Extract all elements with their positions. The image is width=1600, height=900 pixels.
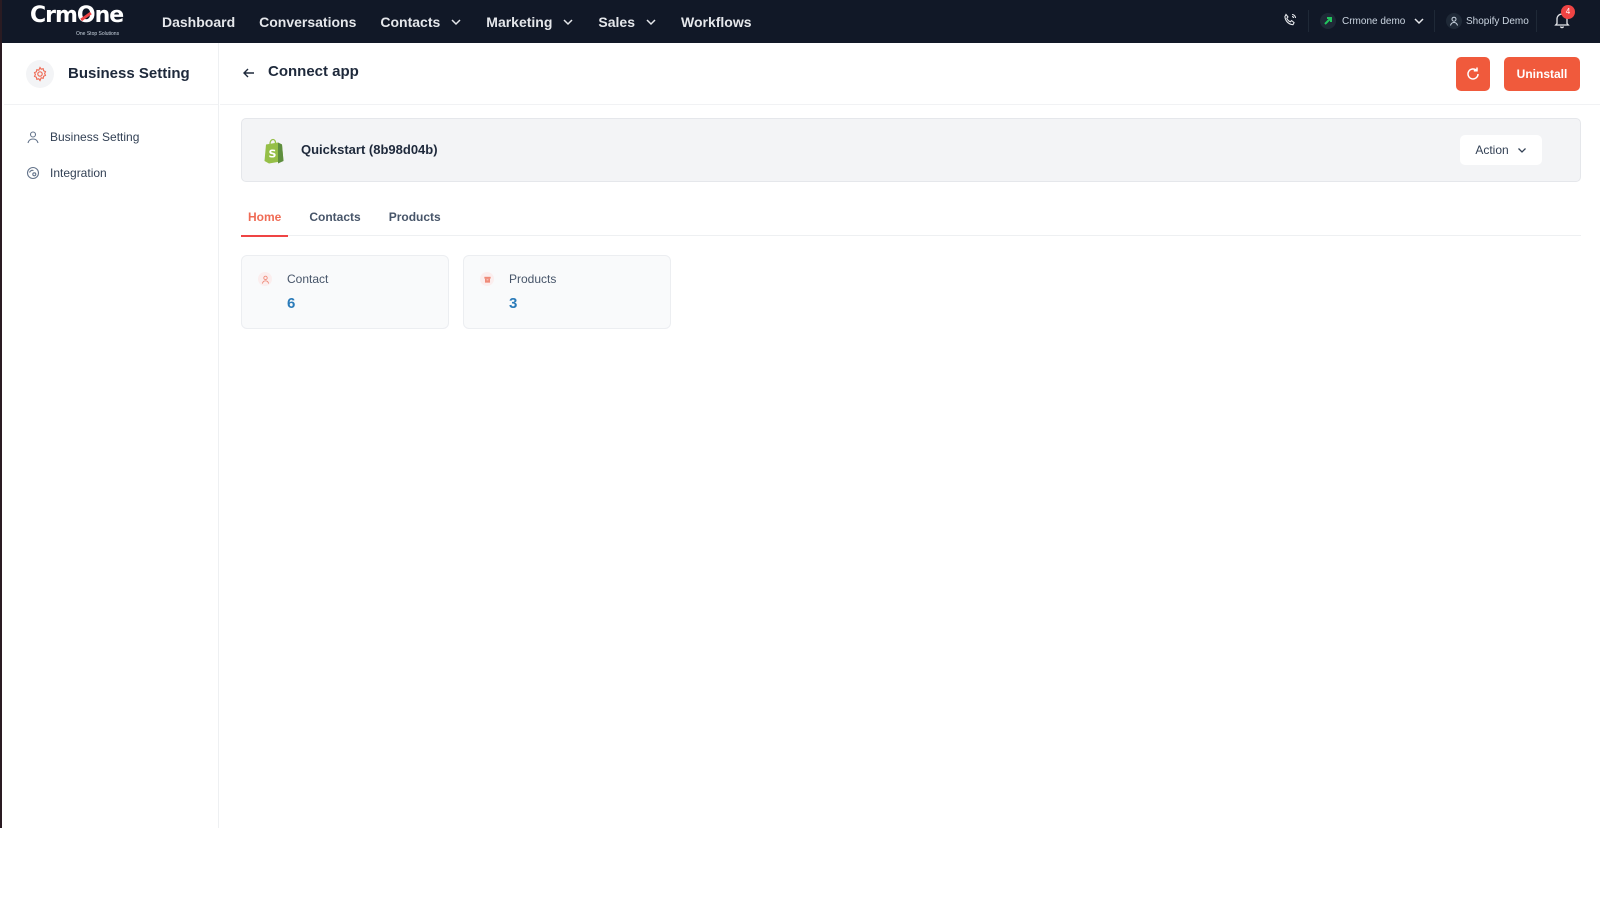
product-box-icon bbox=[480, 272, 494, 286]
divider bbox=[1434, 10, 1435, 32]
main-nav: Dashboard Conversations Contacts Marketi… bbox=[162, 0, 776, 43]
stat-value: 3 bbox=[509, 295, 518, 312]
chevron-down-icon bbox=[563, 18, 573, 25]
chevron-down-icon bbox=[646, 18, 656, 25]
sidebar-list: Business Setting Integration bbox=[4, 105, 218, 191]
account-name: Crmone demo bbox=[1342, 15, 1406, 27]
sidebar-item-label: Integration bbox=[50, 166, 107, 180]
brand-logo[interactable]: CrmOne One Stop Solutions bbox=[30, 3, 126, 38]
sidebar-item-integration[interactable]: Integration bbox=[4, 155, 218, 191]
refresh-button[interactable] bbox=[1456, 57, 1490, 91]
tab-home[interactable]: Home bbox=[241, 198, 289, 237]
account-logo-icon bbox=[1320, 13, 1336, 29]
nav-conversations[interactable]: Conversations bbox=[259, 14, 356, 30]
chevron-down-icon bbox=[1517, 148, 1526, 153]
stat-label: Products bbox=[509, 272, 557, 286]
phone-icon[interactable] bbox=[1282, 12, 1298, 28]
shopify-logo-icon: S bbox=[264, 138, 284, 164]
nav-sales[interactable]: Sales bbox=[598, 14, 657, 30]
tab-products[interactable]: Products bbox=[382, 198, 448, 236]
brand-name: CrmOne bbox=[30, 3, 124, 28]
nav-contacts[interactable]: Contacts bbox=[380, 14, 462, 30]
sidebar-title: Business Setting bbox=[68, 65, 190, 82]
chevron-down-icon bbox=[1414, 18, 1424, 25]
integration-icon bbox=[26, 166, 40, 180]
brand-tagline: One Stop Solutions bbox=[76, 31, 120, 37]
sidebar-header: Business Setting bbox=[4, 43, 218, 105]
svg-text:S: S bbox=[269, 148, 277, 161]
account-switcher[interactable]: Crmone demo bbox=[1320, 9, 1425, 33]
app-name: Quickstart (8b98d04b) bbox=[301, 142, 438, 157]
divider bbox=[1536, 10, 1537, 32]
nav-workflows-label: Workflows bbox=[681, 13, 752, 30]
tab-contacts[interactable]: Contacts bbox=[302, 198, 367, 236]
connected-app-card: S Quickstart (8b98d04b) Action bbox=[241, 118, 1581, 182]
user-icon bbox=[1446, 13, 1462, 29]
nav-marketing-label: Marketing bbox=[486, 13, 553, 30]
sidebar-item-business-setting[interactable]: Business Setting bbox=[4, 119, 218, 155]
main-content: Connect app Uninstall S Quickstart (8b98… bbox=[220, 43, 1600, 828]
user-icon bbox=[27, 131, 39, 144]
top-navbar: CrmOne One Stop Solutions Dashboard Conv… bbox=[2, 0, 1600, 43]
stat-card-contact[interactable]: Contact 6 bbox=[241, 255, 449, 329]
stat-label: Contact bbox=[287, 272, 329, 286]
tab-bar: Home Contacts Products bbox=[241, 198, 1581, 237]
nav-workflows[interactable]: Workflows bbox=[681, 14, 752, 30]
user-name: Shopify Demo bbox=[1466, 15, 1529, 27]
page-header: Connect app Uninstall bbox=[220, 43, 1600, 105]
stat-card-products[interactable]: Products 3 bbox=[463, 255, 671, 329]
user-menu[interactable]: Shopify Demo bbox=[1446, 9, 1529, 33]
nav-marketing[interactable]: Marketing bbox=[486, 14, 574, 30]
refresh-icon bbox=[1467, 67, 1479, 80]
nav-contacts-label: Contacts bbox=[380, 13, 441, 30]
nav-sales-label: Sales bbox=[598, 13, 635, 30]
stats-row: Contact 6 Products 3 bbox=[241, 255, 685, 329]
action-dropdown[interactable]: Action bbox=[1460, 135, 1542, 165]
sidebar: Business Setting Business Setting Integr… bbox=[4, 43, 219, 828]
contact-icon bbox=[258, 272, 272, 286]
nav-conversations-label: Conversations bbox=[259, 13, 357, 30]
action-label: Action bbox=[1475, 143, 1509, 157]
app-window: CrmOne One Stop Solutions Dashboard Conv… bbox=[0, 0, 1600, 828]
gear-icon bbox=[26, 59, 54, 88]
divider bbox=[1308, 10, 1309, 32]
chevron-down-icon bbox=[451, 18, 461, 25]
notification-badge: 4 bbox=[1561, 5, 1575, 19]
nav-dashboard[interactable]: Dashboard bbox=[162, 14, 235, 30]
nav-dashboard-label: Dashboard bbox=[162, 13, 236, 30]
back-arrow-icon[interactable] bbox=[242, 66, 256, 80]
page-title: Connect app bbox=[268, 63, 359, 80]
stat-value: 6 bbox=[287, 295, 296, 312]
sidebar-item-label: Business Setting bbox=[50, 130, 140, 144]
uninstall-button[interactable]: Uninstall bbox=[1504, 57, 1580, 91]
